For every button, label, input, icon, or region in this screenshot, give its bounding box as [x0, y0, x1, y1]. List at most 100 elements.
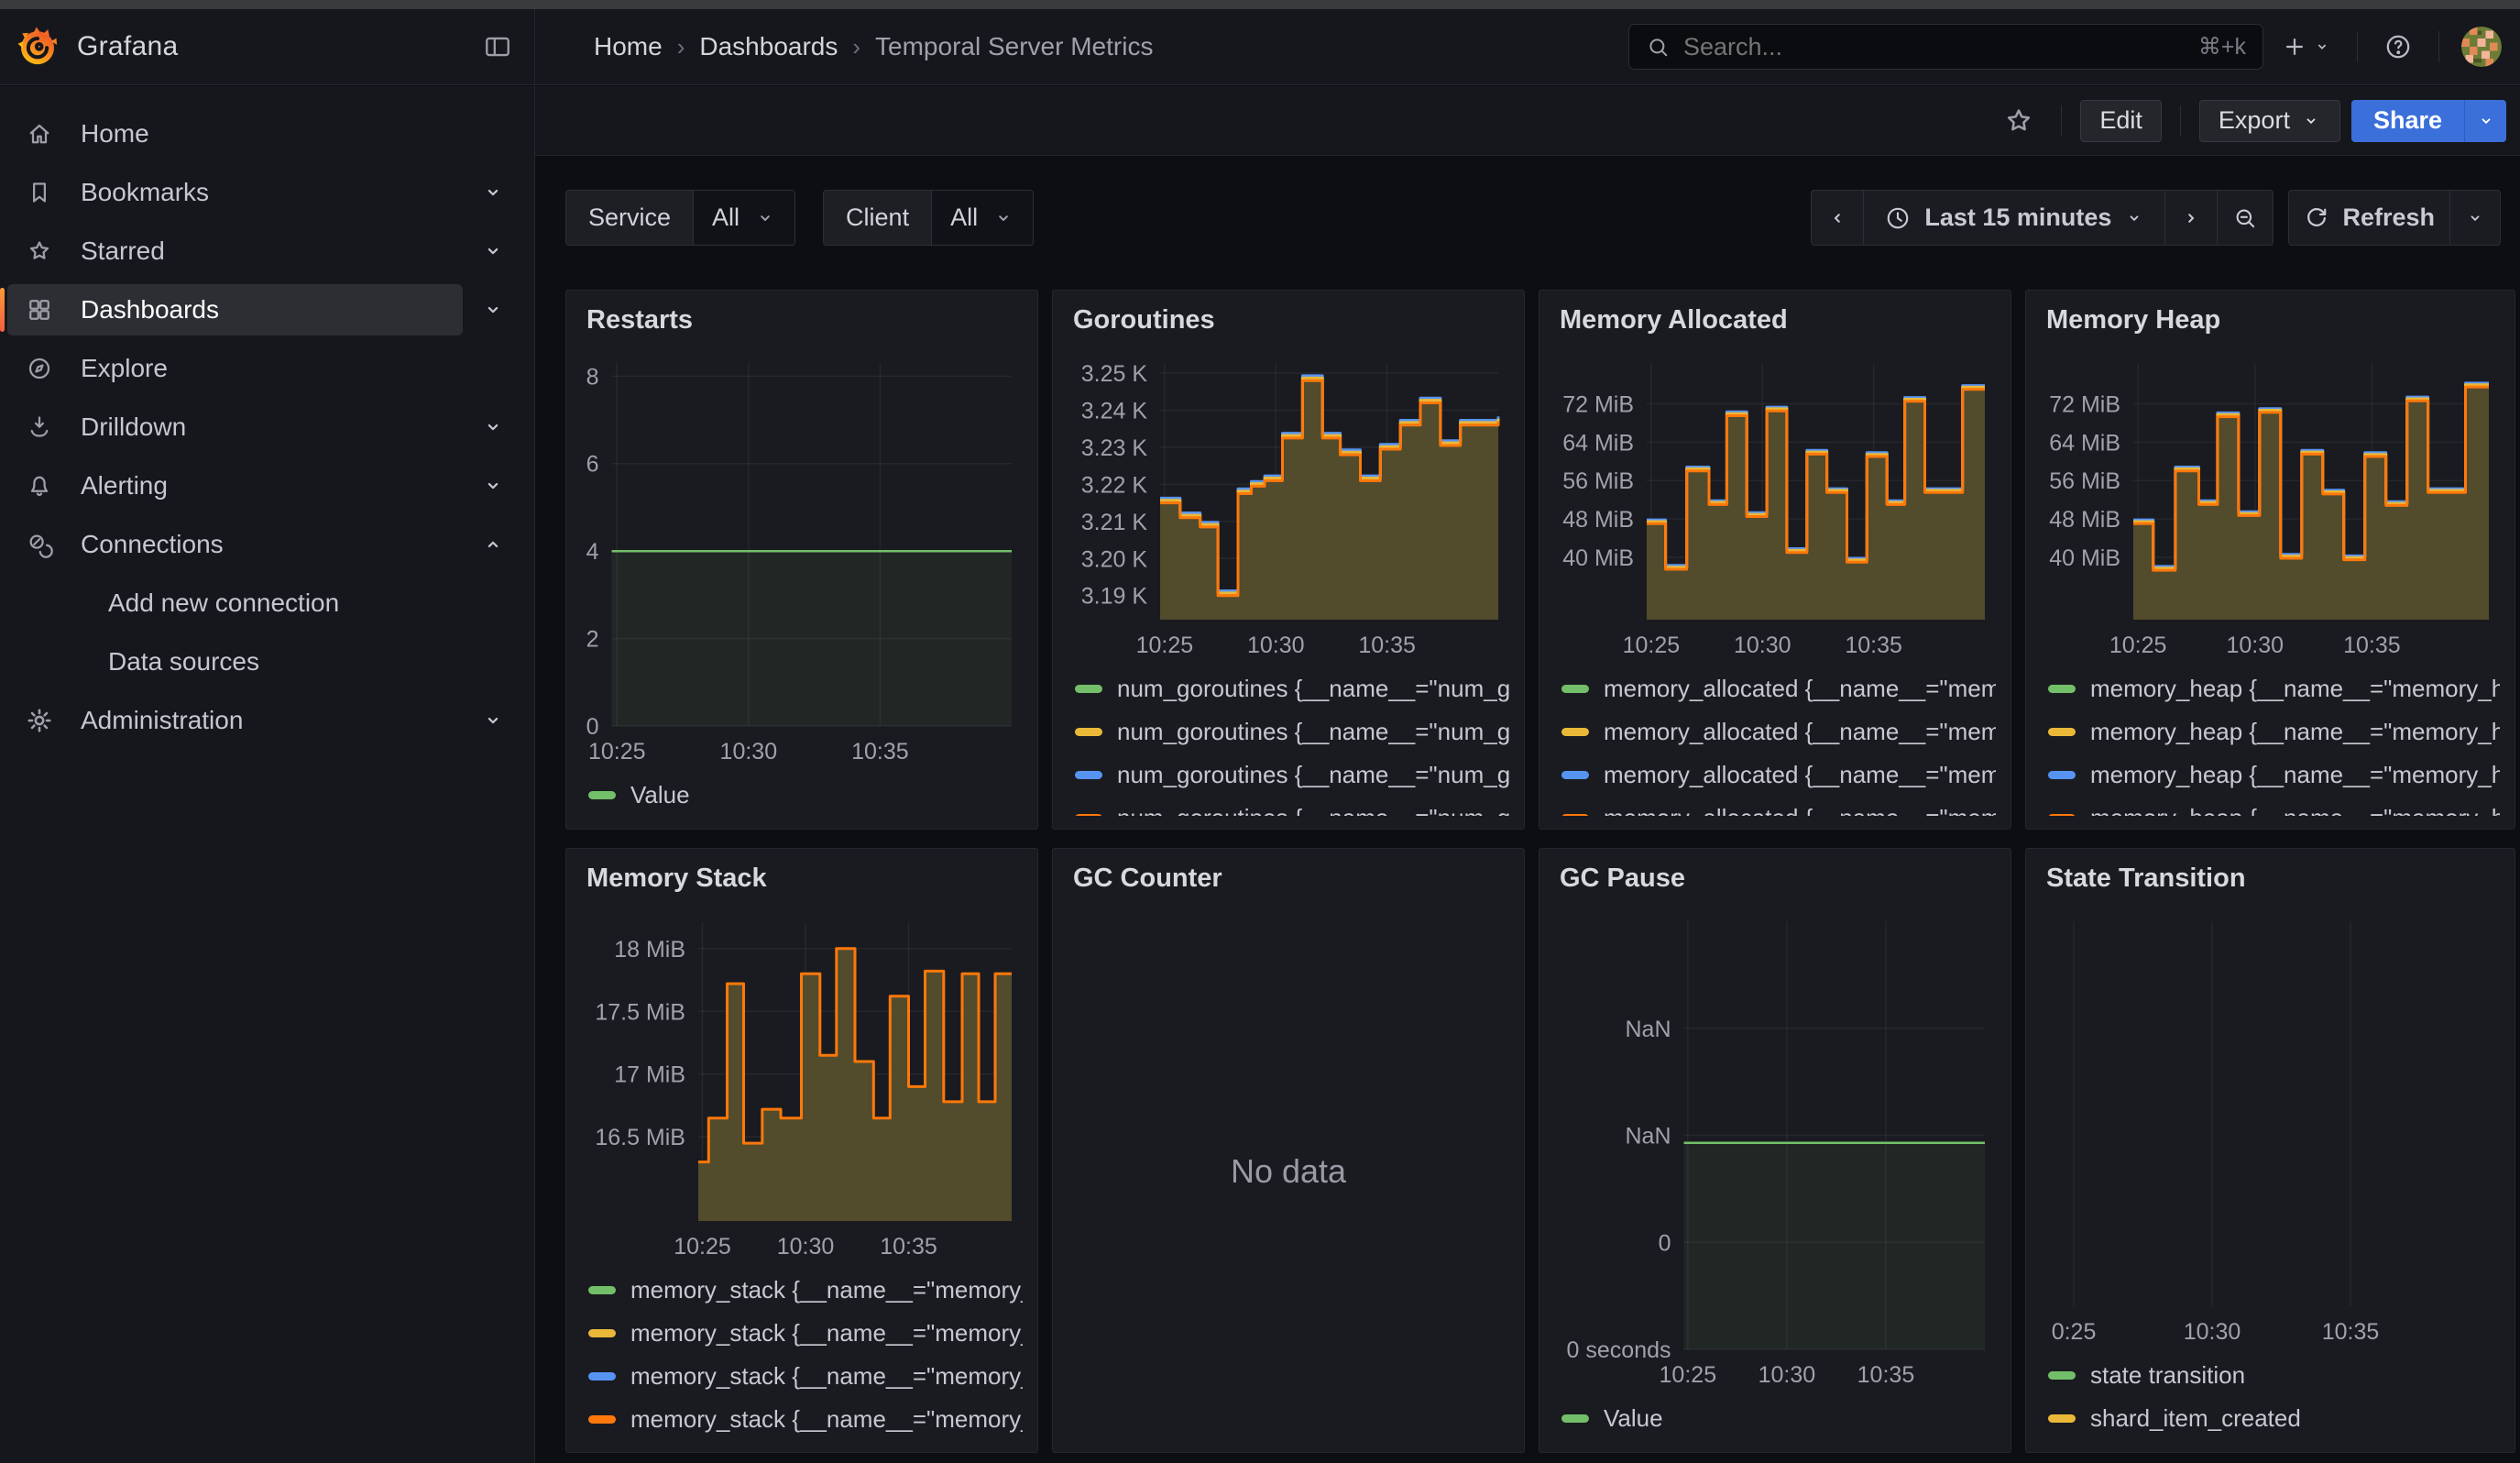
- panel-title[interactable]: Restarts: [586, 305, 1023, 336]
- time-range-picker[interactable]: Last 15 minutes: [1864, 191, 2165, 245]
- legend-item[interactable]: memory_allocated {__name__="memo: [1554, 710, 1996, 754]
- brand-title[interactable]: Grafana: [77, 31, 179, 62]
- sidebar-item-starred[interactable]: Starred: [7, 226, 463, 277]
- panel-title[interactable]: Memory Heap: [2046, 305, 2500, 336]
- svg-text:10:25: 10:25: [2109, 632, 2167, 658]
- favorite-star-icon[interactable]: [1995, 104, 2043, 138]
- sidebar-item-bookmarks[interactable]: Bookmarks: [7, 167, 463, 218]
- panel-title[interactable]: GC Pause: [1560, 864, 1996, 894]
- time-back-button[interactable]: [1812, 191, 1864, 245]
- gear-icon: [26, 707, 53, 734]
- share-dropdown-button[interactable]: [2464, 100, 2506, 142]
- share-split-button: Share: [2351, 100, 2506, 142]
- chart-goroutines[interactable]: 3.19 K3.20 K3.21 K3.22 K3.23 K3.24 K3.25…: [1068, 346, 1509, 662]
- legend-item[interactable]: memory_allocated {__name__="memo: [1554, 797, 1996, 816]
- legend-item[interactable]: num_goroutines {__name__="num_go: [1068, 754, 1509, 797]
- sidebar-item-add-new-connection[interactable]: Add new connection: [7, 578, 463, 629]
- panel-restarts: Restarts 0246810:2510:3010:35 Value: [565, 290, 1038, 830]
- panel-goroutines: Goroutines 3.19 K3.20 K3.21 K3.22 K3.23 K…: [1052, 290, 1525, 830]
- sidebar-item-dashboards[interactable]: Dashboards: [7, 284, 463, 336]
- breadcrumb-dashboards[interactable]: Dashboards: [699, 32, 838, 61]
- sidebar-item-administration[interactable]: Administration: [7, 695, 463, 746]
- grid-icon: [26, 296, 53, 324]
- chevron-down-icon[interactable]: [474, 467, 512, 505]
- refresh-interval-dropdown[interactable]: [2450, 191, 2500, 245]
- panel-title[interactable]: State Transition: [2046, 864, 2500, 894]
- add-new-button[interactable]: [2273, 34, 2340, 60]
- svg-text:3.22 K: 3.22 K: [1081, 472, 1148, 498]
- legend-marker: [588, 1372, 616, 1380]
- chart-memory_stack[interactable]: 16.5 MiB17 MiB17.5 MiB18 MiB10:2510:3010…: [581, 904, 1023, 1263]
- chevron-down-icon[interactable]: [474, 232, 512, 270]
- legend-item[interactable]: memory_stack {__name__="memory_s: [581, 1398, 1023, 1439]
- chart-memory_allocated[interactable]: 40 MiB48 MiB56 MiB64 MiB72 MiB10:2510:30…: [1554, 346, 1996, 662]
- legend-item[interactable]: memory_heap {__name__="memory_h: [2041, 797, 2500, 816]
- filter-value-dropdown[interactable]: All: [694, 191, 794, 245]
- chart-gc_pause[interactable]: NaNNaN00 seconds10:2510:3010:35: [1554, 903, 1996, 1392]
- sidebar-item-label: Data sources: [108, 647, 259, 676]
- search-box[interactable]: ⌘+k: [1628, 24, 2263, 70]
- sidebar-item-drilldown[interactable]: Drilldown: [7, 402, 463, 453]
- panel-title[interactable]: Goroutines: [1073, 305, 1509, 336]
- sidebar-item-label: Explore: [81, 354, 168, 383]
- chart-restarts[interactable]: 0246810:2510:3010:35: [581, 345, 1023, 768]
- legend-item[interactable]: num_goroutines {__name__="num_go: [1068, 710, 1509, 754]
- edit-button[interactable]: Edit: [2080, 100, 2162, 142]
- legend-item[interactable]: memory_stack {__name__="memory_s: [581, 1355, 1023, 1398]
- legend-item[interactable]: memory_stack {__name__="memory_s: [581, 1312, 1023, 1355]
- filter-value-dropdown[interactable]: All: [932, 191, 1033, 245]
- legend-item[interactable]: shard_item_created: [2041, 1397, 2500, 1439]
- svg-text:18 MiB: 18 MiB: [614, 936, 685, 962]
- export-label: Export: [2219, 106, 2290, 135]
- legend-item[interactable]: Value: [1554, 1397, 1996, 1439]
- user-avatar[interactable]: [2461, 27, 2502, 67]
- sidebar-item-connections[interactable]: Connections: [7, 519, 463, 570]
- legend-item[interactable]: memory_heap {__name__="memory_h: [2041, 710, 2500, 754]
- svg-text:NaN: NaN: [1625, 1017, 1671, 1042]
- legend-item[interactable]: memory_stack {__name__="memory_s: [581, 1269, 1023, 1312]
- legend-item[interactable]: num_goroutines {__name__="num_go: [1068, 667, 1509, 710]
- legend-item[interactable]: state transition: [2041, 1354, 2500, 1397]
- time-forward-button[interactable]: [2165, 191, 2218, 245]
- panel-title[interactable]: Memory Stack: [586, 864, 1023, 895]
- star-icon: [26, 237, 53, 265]
- zoom-out-button[interactable]: [2218, 191, 2273, 245]
- sidebar-item-explore[interactable]: Explore: [7, 343, 463, 394]
- legend-marker: [588, 1286, 616, 1294]
- sidebar-item-data-sources[interactable]: Data sources: [7, 636, 463, 688]
- sidebar-item-alerting[interactable]: Alerting: [7, 460, 463, 512]
- legend-label: memory_heap {__name__="memory_h: [2090, 718, 2500, 746]
- share-button[interactable]: Share: [2351, 100, 2464, 142]
- chart-state_transition[interactable]: 0:2510:3010:35: [2041, 903, 2500, 1348]
- variable-filters: ServiceAllClientAll: [565, 190, 1061, 246]
- legend-item[interactable]: num_goroutines {__name__="num_go: [1068, 797, 1509, 816]
- chart-memory_heap[interactable]: 40 MiB48 MiB56 MiB64 MiB72 MiB10:2510:30…: [2041, 346, 2500, 662]
- refresh-button[interactable]: Refresh: [2289, 191, 2450, 245]
- legend-item[interactable]: memory_heap {__name__="memory_h: [2041, 667, 2500, 710]
- sidebar-toggle-icon[interactable]: [483, 32, 512, 61]
- chevron-up-icon[interactable]: [474, 525, 512, 564]
- legend-marker: [1561, 685, 1589, 693]
- grafana-logo-icon[interactable]: [16, 26, 59, 68]
- panel-title[interactable]: Memory Allocated: [1560, 305, 1996, 336]
- legend-item[interactable]: Value: [581, 774, 1023, 816]
- legend-item[interactable]: memory_heap {__name__="memory_h: [2041, 754, 2500, 797]
- time-range-group: Last 15 minutes: [1811, 190, 2273, 246]
- breadcrumb-home[interactable]: Home: [594, 32, 663, 61]
- svg-text:48 MiB: 48 MiB: [2049, 507, 2120, 533]
- svg-text:0:25: 0:25: [2052, 1319, 2097, 1345]
- help-icon[interactable]: [2374, 32, 2422, 61]
- search-input[interactable]: [1683, 33, 2186, 61]
- chevron-down-icon[interactable]: [474, 291, 512, 329]
- chevron-down-icon[interactable]: [474, 173, 512, 212]
- panel-title[interactable]: GC Counter: [1073, 864, 1509, 895]
- sidebar-item-home[interactable]: Home: [7, 108, 463, 160]
- export-button[interactable]: Export: [2199, 100, 2340, 142]
- legend-item[interactable]: memory_allocated {__name__="memo: [1554, 754, 1996, 797]
- svg-text:6: 6: [586, 452, 599, 478]
- chevron-down-icon[interactable]: [474, 701, 512, 740]
- svg-text:10:30: 10:30: [2226, 632, 2284, 658]
- svg-text:48 MiB: 48 MiB: [1562, 507, 1634, 533]
- chevron-down-icon[interactable]: [474, 408, 512, 446]
- legend-item[interactable]: memory_allocated {__name__="memo: [1554, 667, 1996, 710]
